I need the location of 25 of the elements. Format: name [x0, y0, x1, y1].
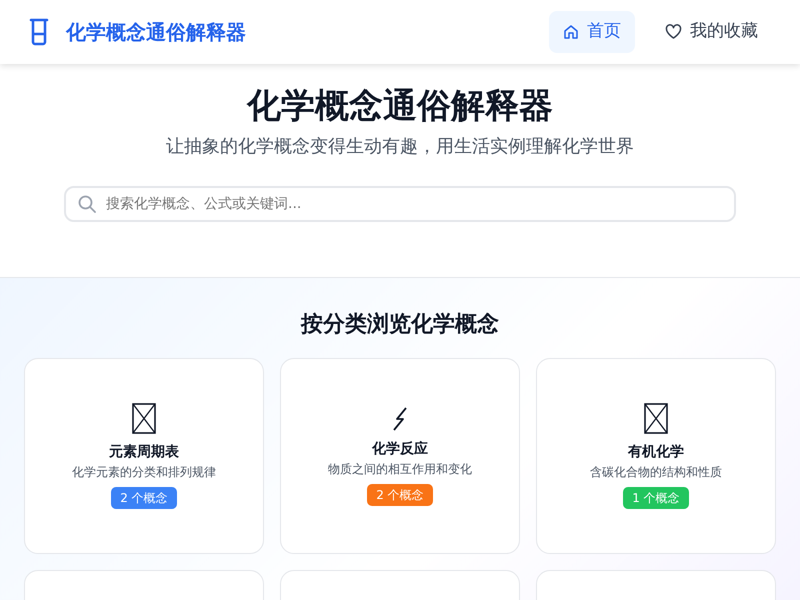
concept-count-badge: 2 个概念 [111, 487, 177, 510]
page-title: 化学概念通俗解释器 [246, 86, 554, 127]
crossed-box-icon [644, 403, 668, 434]
concept-count-badge: 2 个概念 [367, 484, 433, 506]
lightning-icon [391, 406, 409, 431]
home-icon [563, 24, 579, 40]
category-description: 化学元素的分类和排列规律 [72, 464, 216, 482]
category-card[interactable]: 元素周期表 化学元素的分类和排列规律 2 个概念 [24, 358, 264, 554]
page-subtitle: 让抽象的化学概念变得生动有趣，用生活实例理解化学世界 [165, 134, 635, 159]
nav-link[interactable]: 首页 [549, 11, 635, 53]
crossed-box-icon [132, 403, 156, 434]
category-description: 含碳化合物的结构和性质 [590, 464, 722, 482]
nav-link[interactable]: 我的收藏 [651, 11, 772, 53]
section-title: 按分类浏览化学概念 [300, 311, 500, 339]
beaker-icon [28, 18, 50, 46]
category-title: 有机化学 [628, 443, 684, 462]
category-card[interactable]: 化学反应 物质之间的相互作用和变化 2 个概念 [280, 358, 520, 554]
search-field[interactable]: 搜索化学概念、公式或关键词... [64, 186, 736, 222]
category-card[interactable]: 有机化学 含碳化合物的结构和性质 1 个概念 [536, 358, 776, 554]
app-title: 化学概念通俗解释器 [66, 19, 246, 46]
category-description: 物质之间的相互作用和变化 [328, 460, 472, 478]
heart-icon [665, 24, 682, 40]
concept-count-badge: 1 个概念 [623, 487, 689, 510]
category-title: 化学反应 [372, 440, 428, 459]
category-title: 元素周期表 [109, 443, 179, 462]
